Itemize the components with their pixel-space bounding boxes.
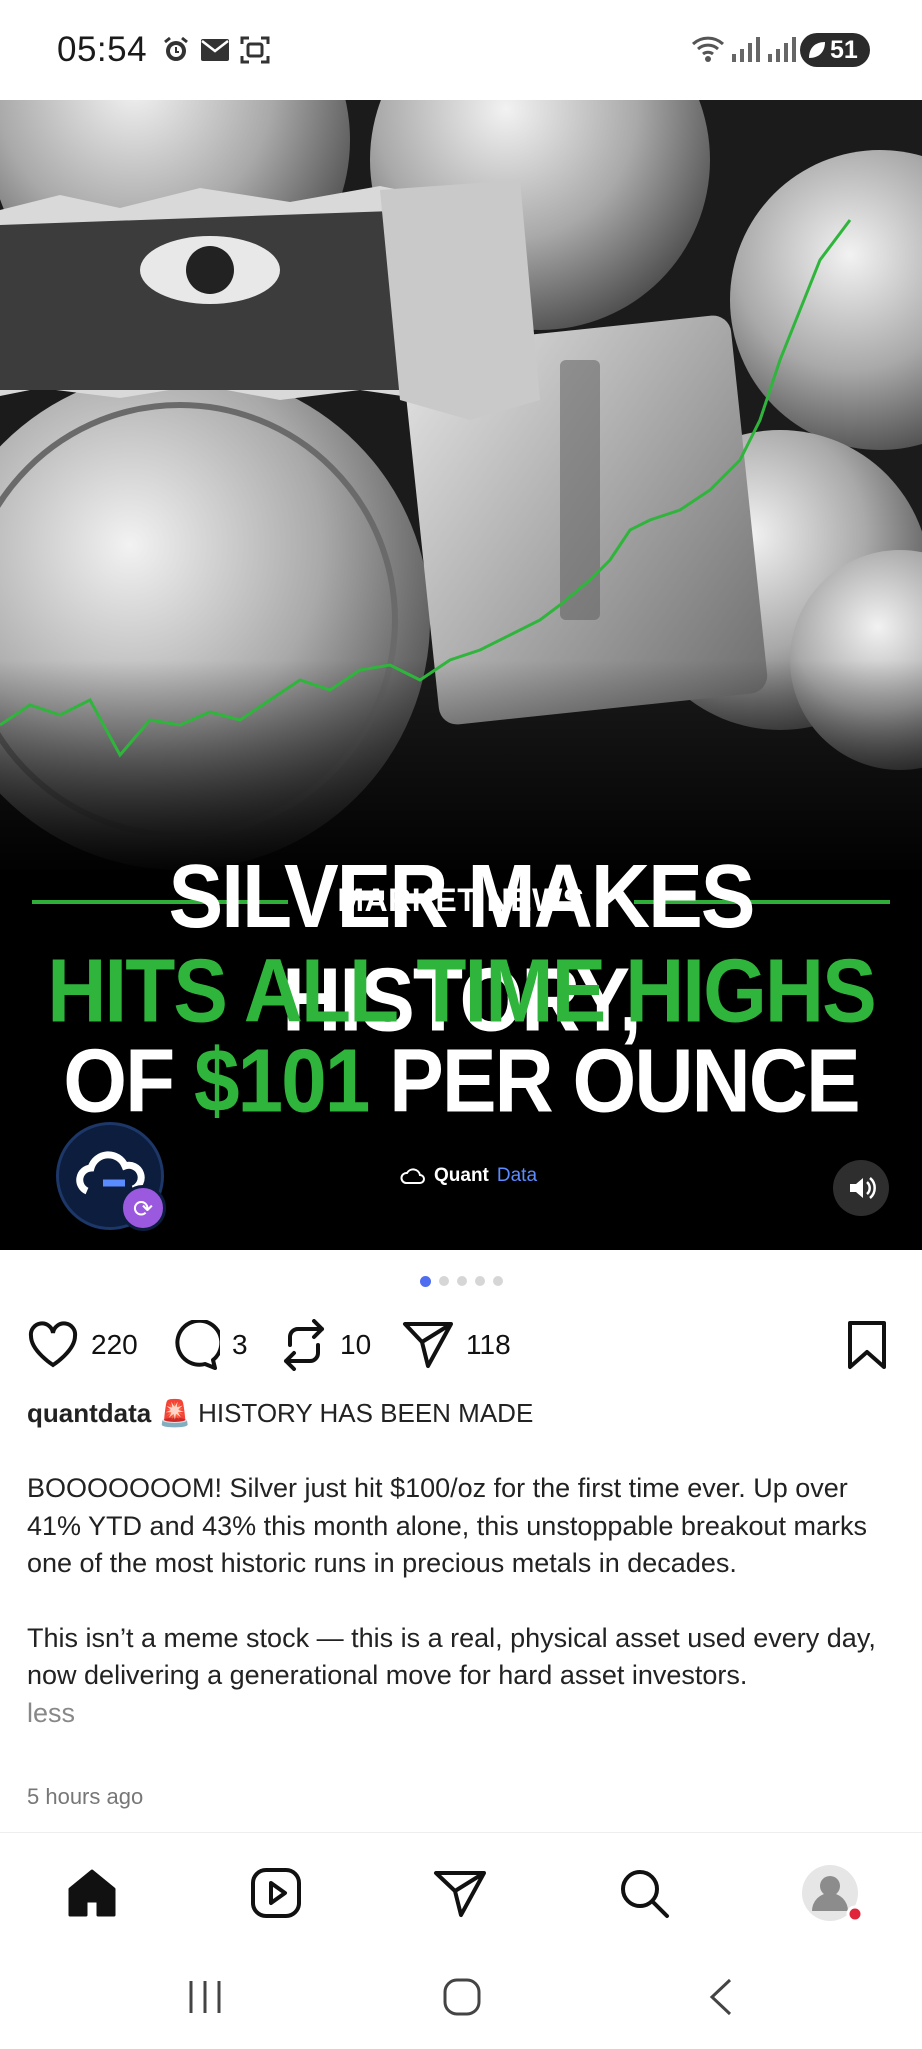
headline-line-3: OF $101 PER OUNCE [0,1030,922,1133]
comment-icon [175,1320,220,1370]
screenshot-icon [240,36,270,64]
body-paragraph: BOOOOOOOM! Silver just hit $100/oz for t… [27,1473,867,1578]
post-body: BOOOOOOOM! Silver just hit $100/oz for t… [27,1470,902,1732]
body-paragraph: This isn’t a meme stock — this is a real… [27,1622,876,1691]
battery-saver-icon [809,42,825,58]
caption-title: HISTORY HAS BEEN MADE [198,1398,534,1428]
signal-icon [732,37,760,62]
cloud-icon [400,1168,425,1184]
siren-emoji: 🚨 [158,1398,191,1428]
system-nav-bar [0,1947,922,2049]
like-button[interactable]: 220 [27,1312,138,1378]
back-button[interactable] [706,1977,736,2022]
repost-count: 10 [340,1329,372,1360]
username-link[interactable]: quantdata [27,1398,151,1428]
signal-icon [768,37,796,62]
carousel-dot-active [419,1276,431,1287]
bookmark-button[interactable] [846,1312,888,1378]
share-button[interactable]: 118 [402,1312,511,1378]
repost-button[interactable]: 10 [280,1312,371,1378]
comment-button[interactable]: 3 [168,1312,248,1378]
wifi-icon [691,36,725,62]
post-timestamp: 5 hours ago [27,1784,144,1809]
carousel-dot [456,1276,467,1286]
battery-indicator: 51 [800,33,870,67]
home-button[interactable] [442,1977,482,2022]
post-actions: 220 3 10 118 [0,1312,922,1378]
alarm-icon [164,36,188,61]
like-count: 220 [91,1329,138,1360]
brand-name: Quant [434,1165,489,1186]
carousel-indicator [0,1276,922,1290]
brand-logo: Quant Data [400,1165,537,1187]
search-icon[interactable] [614,1863,674,1923]
send-icon[interactable] [430,1863,490,1923]
repost-badge-icon: ⟳ [120,1185,166,1231]
home-icon[interactable] [62,1863,122,1923]
share-count: 118 [466,1329,511,1360]
heart-icon [28,1321,78,1368]
headline-text: PER OUNCE [368,1031,861,1132]
repost-icon [284,1319,324,1371]
less-link[interactable]: less [27,1695,902,1733]
post-caption: quantdata 🚨 HISTORY HAS BEEN MADE [27,1398,897,1429]
mail-icon [201,39,229,61]
speaker-icon [850,1177,876,1199]
carousel-dot [474,1276,485,1286]
send-icon [403,1322,453,1368]
headline-line-2: HITS ALL TIME HIGHS [47,941,877,1042]
headline-price: $101 [193,1031,370,1132]
status-time: 05:54 [57,30,148,69]
carousel-dot [438,1276,449,1286]
sound-toggle-button[interactable] [833,1160,889,1216]
bottom-nav [0,1832,922,1947]
comment-count: 3 [232,1329,248,1360]
headline-text: OF [63,1031,194,1132]
profile-avatar[interactable] [800,1863,864,1923]
carousel-dot [492,1276,503,1286]
reels-icon[interactable] [246,1863,306,1923]
bookmark-icon [848,1321,886,1369]
status-bar: 05:54 51 [0,0,922,100]
recent-apps-button[interactable] [187,1977,223,2022]
battery-level: 51 [830,36,858,64]
brand-suffix: Data [496,1165,538,1186]
post-image[interactable]: MARKET NEWS SILVER MAKES HISTORY, HITS A… [0,100,922,1250]
